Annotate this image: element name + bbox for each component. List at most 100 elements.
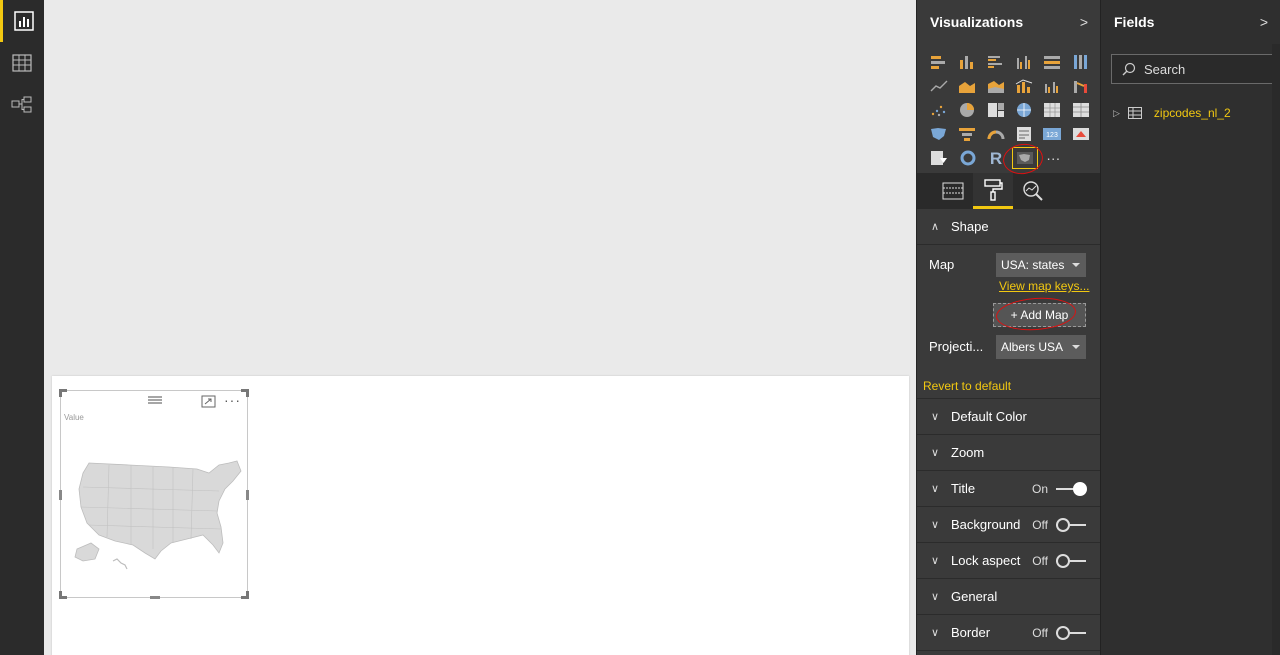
data-view-button[interactable] [0,42,44,84]
filled-map-icon[interactable] [1038,98,1066,122]
gauge-icon[interactable] [982,122,1010,146]
projection-label: Projecti... [929,339,984,354]
map-shape-icon[interactable] [925,122,953,146]
table-icon [1127,107,1142,119]
section-shape[interactable]: ∧ Shape [917,209,1100,245]
fields-pane: Fields > Search ▷ zipcodes_nl_2 [1100,0,1280,655]
visual-gallery: 123 R ··· [925,50,1095,170]
shape-map-icon[interactable] [1011,146,1040,170]
paint-roller-icon [984,178,1003,201]
collapse-visualizations-icon[interactable]: > [1080,14,1088,30]
line-stacked-column-chart-icon[interactable] [1010,74,1038,98]
shape-map-visual[interactable]: ··· Value [59,389,249,599]
caret-up-icon: ∧ [931,221,940,233]
analytics-tab[interactable] [1013,173,1053,209]
view-rail [0,0,44,655]
visual-title: Value [64,413,84,422]
title-toggle[interactable] [1056,481,1088,496]
expand-arrow-icon[interactable]: ▷ [1113,108,1120,119]
svg-text:R: R [990,149,1002,167]
slicer-icon[interactable] [925,146,954,170]
caret-down-icon: ∨ [931,627,940,639]
add-map-button[interactable]: + Add Map [993,303,1086,327]
projection-dropdown[interactable]: Albers USA [996,335,1086,359]
section-general[interactable]: ∨ General [917,579,1100,615]
stacked-column-chart-icon[interactable] [953,50,981,74]
caret-down-icon: ∨ [931,447,940,459]
section-label: Background [951,517,1021,532]
focus-mode-icon[interactable] [201,395,216,408]
100-stacked-column-chart-icon[interactable] [1067,50,1095,74]
100-stacked-bar-chart-icon[interactable] [1038,50,1066,74]
donut-chart-icon[interactable] [954,146,983,170]
lock-aspect-toggle-state: Off [1032,553,1048,568]
more-options-icon[interactable]: ··· [224,392,241,408]
section-zoom[interactable]: ∨ Zoom [917,435,1100,471]
treemap-icon[interactable] [982,98,1010,122]
fields-scrollbar[interactable] [1272,44,1280,655]
table-grid-icon [12,54,32,72]
multi-row-card-icon[interactable] [1010,122,1038,146]
visualizations-tabs [917,173,1100,209]
dropdown-arrow-icon [1072,345,1080,349]
section-lock-aspect[interactable]: ∨ Lock aspect Off [917,543,1100,579]
clustered-column-chart-icon[interactable] [1010,50,1038,74]
card-123-icon[interactable]: 123 [1038,122,1066,146]
fields-tab[interactable] [933,173,973,209]
section-title[interactable]: ∨ Title On [917,471,1100,507]
line-clustered-column-chart-icon[interactable] [1038,74,1066,98]
report-view-button[interactable] [0,0,44,42]
section-border[interactable]: ∨ Border Off [917,615,1100,651]
view-map-keys-link[interactable]: View map keys... [999,279,1089,293]
table-icon[interactable] [1067,98,1095,122]
caret-down-icon: ∨ [931,483,940,495]
pie-chart-icon[interactable] [953,98,981,122]
map-label: Map [929,257,955,272]
more-visuals-icon[interactable]: ··· [1039,146,1068,170]
map-dropdown[interactable]: USA: states [996,253,1086,277]
field-table-row[interactable]: ▷ zipcodes_nl_2 [1113,106,1231,120]
area-chart-icon[interactable] [953,74,981,98]
line-chart-icon[interactable] [925,74,953,98]
background-toggle[interactable] [1056,517,1088,532]
drag-grip-icon[interactable] [147,395,163,405]
resize-handle-bottom-left[interactable] [59,591,67,599]
funnel-chart-icon[interactable] [953,122,981,146]
caret-down-icon: ∨ [931,519,940,531]
stacked-bar-chart-icon[interactable] [925,50,953,74]
r-script-visual-icon[interactable]: R [982,146,1011,170]
fields-header: Fields > [1101,0,1280,44]
resize-handle-left[interactable] [59,490,62,500]
fields-well-icon [942,182,964,200]
report-canvas[interactable]: ··· Value [44,0,916,655]
clustered-bar-chart-icon[interactable] [982,50,1010,74]
resize-handle-bottom-right[interactable] [241,591,249,599]
resize-handle-top-right[interactable] [241,389,249,397]
report-page[interactable]: ··· Value [52,376,909,655]
revert-to-default-link[interactable]: Revert to default [923,379,1011,393]
scatter-chart-icon[interactable] [925,98,953,122]
map-dropdown-value: USA: states [1001,258,1065,272]
shape-section-body: Map USA: states View map keys... + Add M… [917,245,1100,399]
border-toggle[interactable] [1056,625,1088,640]
section-background[interactable]: ∨ Background Off [917,507,1100,543]
caret-down-icon: ∨ [931,411,940,423]
section-default-color[interactable]: ∨ Default Color [917,399,1100,435]
dropdown-arrow-icon [1072,263,1080,267]
title-toggle-state: On [1031,481,1048,496]
resize-handle-bottom[interactable] [150,596,160,599]
resize-handle-top-left[interactable] [59,389,67,397]
table-name: zipcodes_nl_2 [1153,106,1231,120]
section-label: Title [951,481,976,496]
collapse-fields-icon[interactable]: > [1260,14,1268,30]
lock-aspect-toggle[interactable] [1056,553,1088,568]
map-globe-icon[interactable] [1010,98,1038,122]
stacked-area-chart-icon[interactable] [982,74,1010,98]
search-placeholder: Search [1144,61,1186,77]
fields-search-input[interactable]: Search [1111,54,1273,84]
visualizations-title: Visualizations [930,14,1024,30]
format-tab[interactable] [973,173,1013,209]
relationships-view-button[interactable] [0,84,44,126]
ribbon-chart-icon[interactable] [1067,74,1095,98]
kpi-icon[interactable] [1067,122,1095,146]
